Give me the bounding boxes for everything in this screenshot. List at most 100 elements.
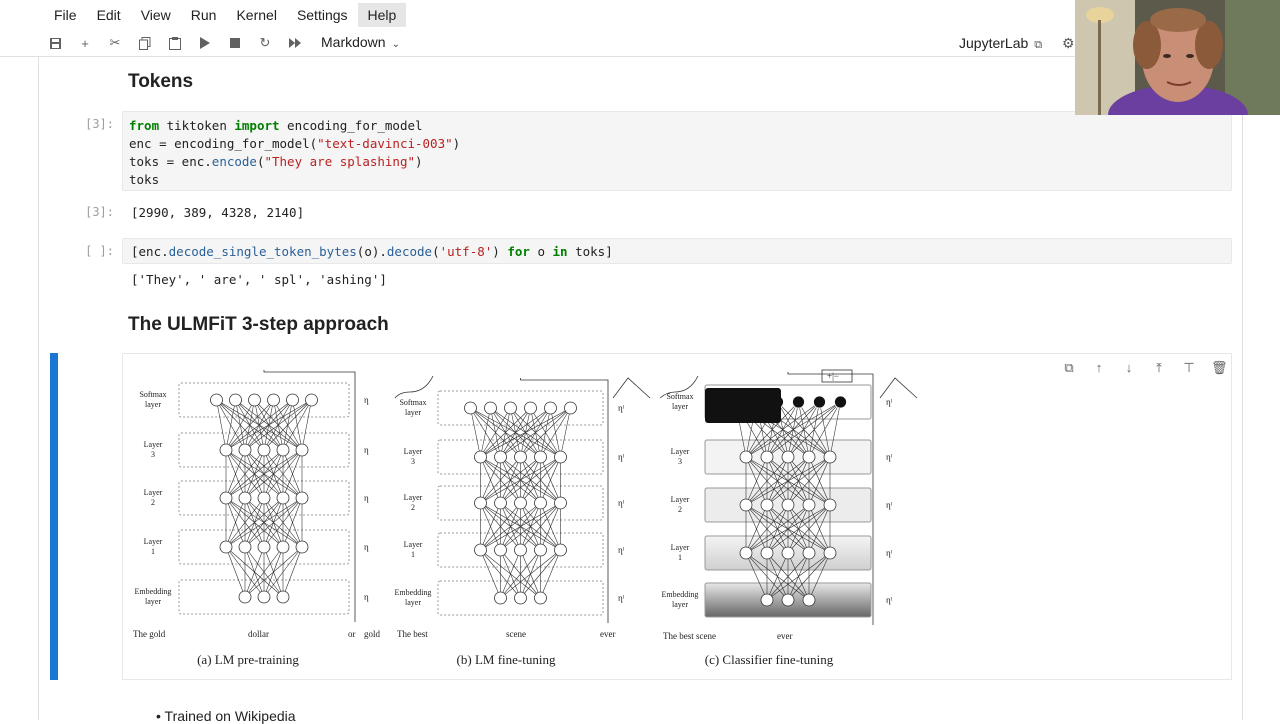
panel-b-node-4-1: [514, 591, 527, 605]
panel-b-node-3-3: [534, 543, 547, 557]
panel-a-node-3-3: [276, 540, 290, 554]
panel-c-layer-label-1b: 3: [678, 457, 682, 466]
panel-b-eta-0: ηˡ: [618, 403, 625, 413]
word-c-1: ever: [777, 631, 793, 641]
panel-c-layer-label-3a: Layer: [671, 543, 690, 552]
panel-a-edge: [244, 399, 312, 451]
panel-c-node-4-2: [802, 593, 816, 607]
panel-b-node-1-0: [474, 450, 487, 464]
panel-c-node-2-3: [802, 498, 816, 512]
panel-a-layer-label-0b: layer: [145, 400, 161, 409]
panel-c-node-1-3: [802, 450, 816, 464]
panel-b-node-4-0: [494, 591, 507, 605]
panel-a-layer-label-0a: Softmax: [139, 390, 166, 399]
caption-c: (c) Classifier fine-tuning: [705, 652, 834, 667]
panel-b-edge: [540, 407, 571, 458]
panel-a-node-4-0: [238, 590, 252, 604]
panel-b-layer-label-3b: 1: [411, 550, 415, 559]
panel-a-edge: [282, 399, 312, 451]
panel-c-eta-1: ηˡ: [886, 452, 893, 462]
panel-c-node-3-3: [802, 546, 816, 560]
panel-a-layer-label-2b: 2: [151, 498, 155, 507]
panel-b-node-2-4: [554, 496, 567, 510]
panel-a-node-4-1: [257, 590, 271, 604]
panel-c-node-1-4: [823, 450, 837, 464]
panel-c-node-2-1: [760, 498, 774, 512]
panel-a-layer-label-4a: Embedding: [135, 587, 172, 596]
panel-c-node-1-1: [760, 450, 774, 464]
presenter-video: [1075, 0, 1280, 115]
panel-a-node-3-1: [238, 540, 252, 554]
panel-b-layer-label-0b: layer: [405, 408, 421, 417]
panel-b-node-1-2: [514, 450, 527, 464]
panel-a-layer-label-1b: 3: [151, 450, 155, 459]
panel-a-node-1-3: [276, 443, 290, 457]
panel-b-eta-2: ηˡ: [618, 498, 625, 508]
panel-c-node-3-1: [760, 546, 774, 560]
panel-c-layer-label-0a: Softmax: [666, 392, 693, 401]
word-b-0: The best: [397, 629, 428, 639]
lr-curve-a: [394, 375, 434, 399]
panel-a-node-3-2: [257, 540, 271, 554]
classifier-dark-head: [705, 388, 781, 423]
panel-a-edge: [225, 399, 312, 451]
panel-a-node-2-1: [238, 491, 252, 505]
panel-a-edge: [282, 546, 303, 598]
panel-c-node-3-2: [781, 546, 795, 560]
panel-a-node-3-4: [295, 540, 309, 554]
panel-a-node-0-0: [210, 393, 223, 407]
panel-b-edge: [480, 407, 531, 458]
word-a-3: gold: [364, 629, 381, 639]
panel-b-layer-box-0: [437, 390, 604, 426]
panel-b-layer-label-2b: 2: [411, 503, 415, 512]
panel-a-edge: [225, 399, 236, 451]
panel-a-edge: [225, 399, 274, 451]
panel-a-layer-box-0: [178, 382, 350, 418]
panel-b-node-3-4: [554, 543, 567, 557]
panel-c-eta-4: ηˡ: [886, 595, 893, 605]
panel-b-node-2-2: [514, 496, 527, 510]
panel-a-eta-3: η: [364, 542, 369, 552]
panel-a-node-2-0: [219, 491, 233, 505]
caption-a: (a) LM pre-training: [197, 652, 299, 667]
panel-b-edge: [480, 549, 501, 599]
panel-b-edge: [470, 407, 481, 458]
panel-c-node-2-2: [781, 498, 795, 512]
panel-a-node-0-3: [267, 393, 280, 407]
panel-b-node-2-3: [534, 496, 547, 510]
panel-c-node-3-0: [739, 546, 753, 560]
panel-a-layer-label-2a: Layer: [144, 488, 163, 497]
slanted-lr-b: [612, 377, 651, 399]
panel-b-eta-1: ηˡ: [618, 452, 625, 462]
panel-c-layer-label-2b: 2: [678, 505, 682, 514]
panel-c-layer-label-3b: 1: [678, 553, 682, 562]
panel-b-layer-label-3a: Layer: [404, 540, 423, 549]
webcam-overlay: [1075, 0, 1280, 115]
panel-b-layer-label-0a: Softmax: [399, 398, 426, 407]
word-c-0: The best scene: [663, 631, 716, 641]
panel-b-node-0-1: [484, 401, 497, 415]
panel-a-node-0-4: [286, 393, 299, 407]
panel-b-layer-label-1a: Layer: [404, 447, 423, 456]
panel-b-node-1-4: [554, 450, 567, 464]
panel-a-edge: [225, 399, 293, 451]
word-b-1: scene: [506, 629, 526, 639]
panel-a-layer-label-4b: layer: [145, 597, 161, 606]
panel-b-layer-label-4b: layer: [405, 598, 421, 607]
panel-a-layer-label-3a: Layer: [144, 537, 163, 546]
panel-b-edge: [480, 407, 551, 458]
panel-b-eta-4: ηˡ: [618, 593, 625, 603]
panel-a-layer-label-1a: Layer: [144, 440, 163, 449]
word-a-0: The gold: [133, 629, 166, 639]
caption-b: (b) LM fine-tuning: [457, 652, 556, 667]
panel-b-node-0-5: [564, 401, 577, 415]
panel-a-node-2-2: [257, 491, 271, 505]
word-a-1: dollar: [248, 629, 269, 639]
panel-a-edge: [244, 546, 303, 598]
panel-a-node-2-4: [295, 491, 309, 505]
panel-a-node-3-0: [219, 540, 233, 554]
figure-panels: Softmaxlayer ηLayer3 ηLayer2 ηLayer1 ηEmbedd…: [135, 369, 918, 625]
panel-a-node-1-2: [257, 443, 271, 457]
panel-c-eta-3: ηˡ: [886, 548, 893, 558]
panel-b-node-0-2: [504, 401, 517, 415]
